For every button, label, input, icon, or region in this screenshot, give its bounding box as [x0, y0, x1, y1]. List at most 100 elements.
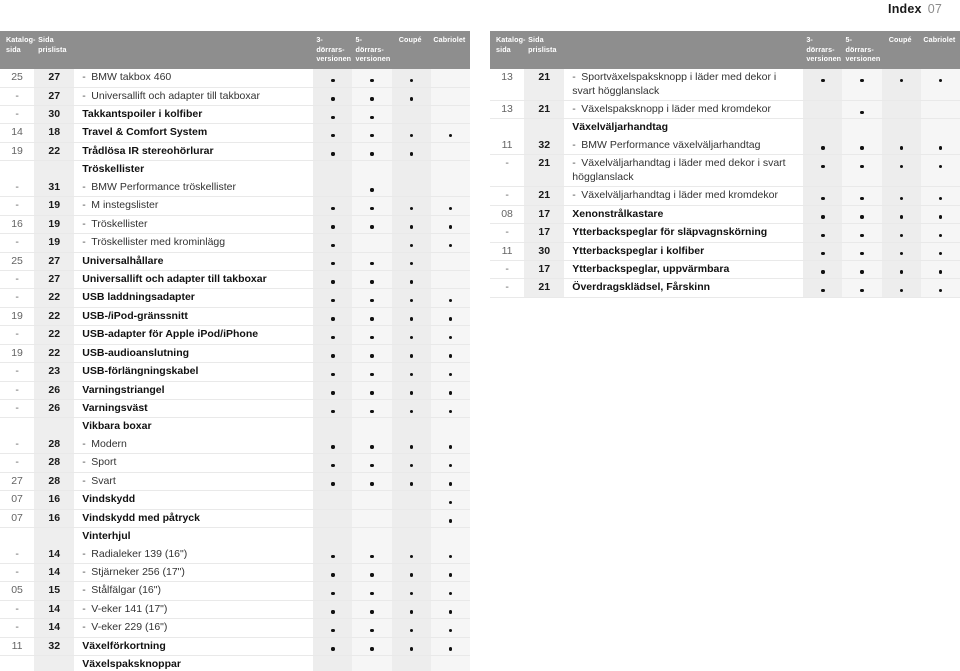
cell-availability-marker	[313, 381, 353, 400]
cell-sidaprislista	[34, 417, 75, 436]
cell-item-name: Växelförkortning	[74, 637, 314, 656]
cell-sidaprislista: 18	[34, 123, 75, 143]
item-label: Radialeker 139 (16")	[91, 547, 188, 560]
index-page: Index 07 Katalog- sida Sida prislista 3-…	[0, 0, 960, 671]
dot-icon	[448, 445, 453, 449]
bullet-dash-icon: -	[82, 89, 86, 102]
bullet-dash-icon: -	[572, 71, 576, 84]
cell-item-name: - V-eker 229 (16")	[74, 618, 314, 638]
item-label: Växelspaksknopp i läder med kromdekor	[581, 103, 771, 116]
cell-katalogsida	[0, 655, 35, 671]
cell-sidaprislista: 22	[34, 325, 75, 345]
cell-availability-marker	[881, 154, 921, 187]
dot-icon	[448, 317, 453, 321]
table-row: 16 19- Tröskellister	[0, 215, 470, 234]
dot-icon	[370, 115, 374, 119]
table-row: -21 Överdragsklädsel, Fårskinn	[490, 278, 960, 298]
item-label: Vindskydd	[82, 493, 136, 506]
dot-empty-icon	[410, 428, 413, 431]
dot-icon	[370, 206, 374, 211]
cell-item-name: - Radialeker 139 (16")	[74, 545, 314, 564]
cell-katalogsida: -	[0, 288, 35, 308]
dot-icon	[331, 97, 335, 101]
table-row: 11 30 Ytterbackspeglar i kolfiber	[490, 242, 960, 261]
dot-empty-icon	[449, 79, 452, 82]
table-row: -22 USB-adapter för Apple iPod/iPhone	[0, 325, 470, 345]
item-label: BMW takbox 460	[91, 71, 172, 84]
dot-icon	[409, 354, 413, 358]
dot-icon	[899, 252, 903, 256]
cell-sidaprislista: 23	[34, 362, 75, 382]
cell-katalogsida	[0, 417, 35, 436]
cell-availability-marker	[391, 509, 431, 528]
cell-availability-marker	[352, 178, 392, 197]
cell-availability-marker	[352, 453, 392, 473]
col-header-cabriolet: Cabriolet	[430, 31, 470, 70]
cell-katalogsida: -	[0, 600, 35, 619]
dot-icon	[448, 225, 453, 229]
cell-availability-marker	[881, 242, 921, 261]
cell-item-name: - Växelväljarhandtag i läder med dekor i …	[564, 154, 804, 187]
cell-availability-marker	[352, 527, 392, 546]
dot-icon	[370, 591, 374, 596]
cell-katalogsida: -	[0, 563, 35, 582]
bullet-dash-icon: -	[82, 584, 86, 597]
bullet-dash-icon: -	[572, 189, 576, 202]
dot-icon	[938, 252, 943, 256]
dot-icon	[448, 391, 453, 395]
dot-icon	[899, 196, 903, 201]
cell-availability-marker	[881, 205, 921, 224]
cell-availability-marker	[803, 154, 843, 187]
item-label: Ytterbackspeglar i kolfiber	[572, 244, 705, 257]
cell-availability-marker	[391, 69, 431, 88]
dot-icon	[409, 280, 413, 284]
dot-icon	[938, 146, 943, 150]
cell-availability-marker	[391, 453, 431, 473]
col-header-sidaprislista: Sida prislista	[524, 31, 565, 70]
cell-availability-marker	[430, 527, 470, 546]
table-row: 13 21- Växelspaksknopp i läder med kromdek…	[490, 100, 960, 119]
dot-icon	[409, 97, 413, 101]
cell-sidaprislista: 28	[34, 435, 75, 454]
dot-icon	[370, 78, 374, 83]
table-row: 19 22 Trådlösa IR stereohörlurar	[0, 142, 470, 161]
cell-item-name: USB laddningsadapter	[74, 288, 314, 308]
bullet-dash-icon: -	[82, 180, 86, 193]
cell-sidaprislista: 22	[34, 142, 75, 161]
cell-availability-marker	[352, 142, 392, 161]
cell-katalogsida: -	[0, 453, 35, 473]
dot-icon	[331, 335, 335, 340]
cell-availability-marker	[352, 105, 392, 124]
cell-katalogsida: 13	[490, 100, 525, 119]
bullet-dash-icon: -	[82, 602, 86, 615]
dot-icon	[331, 591, 335, 596]
dot-empty-icon	[410, 666, 413, 669]
cell-item-name: - Sport	[74, 453, 314, 473]
dot-icon	[331, 206, 335, 211]
cell-katalogsida: -	[0, 105, 35, 124]
cell-katalogsida: 07	[0, 509, 35, 528]
dot-icon	[821, 146, 825, 150]
dot-icon	[409, 391, 413, 395]
item-label: V-eker 141 (17")	[91, 602, 168, 615]
cell-sidaprislista: 14	[34, 545, 75, 564]
cell-item-name: - BMW Performance tröskellister	[74, 178, 314, 197]
col-header-3-door: 3-dörrars- versionen	[803, 31, 843, 70]
item-label: USB-/iPod-gränssnitt	[82, 309, 188, 322]
dot-icon	[899, 233, 903, 237]
bullet-dash-icon: -	[82, 547, 86, 560]
table-row: -17 Ytterbackspeglar, uppvärmbara	[490, 260, 960, 279]
index-number: 07	[927, 2, 942, 16]
cell-item-name: - BMW takbox 460	[74, 69, 314, 88]
cell-availability-marker	[352, 160, 392, 179]
cell-availability-marker	[313, 307, 353, 326]
cell-availability-marker	[352, 637, 392, 656]
cell-katalogsida: 25	[0, 69, 35, 88]
cell-availability-marker	[803, 69, 843, 101]
cell-availability-marker	[430, 509, 470, 528]
cell-katalogsida: -	[0, 435, 35, 454]
cell-availability-marker	[313, 435, 353, 454]
cell-availability-marker	[842, 69, 882, 101]
dot-empty-icon	[370, 501, 373, 504]
cell-item-name: Trådlösa IR stereohörlurar	[74, 142, 314, 161]
